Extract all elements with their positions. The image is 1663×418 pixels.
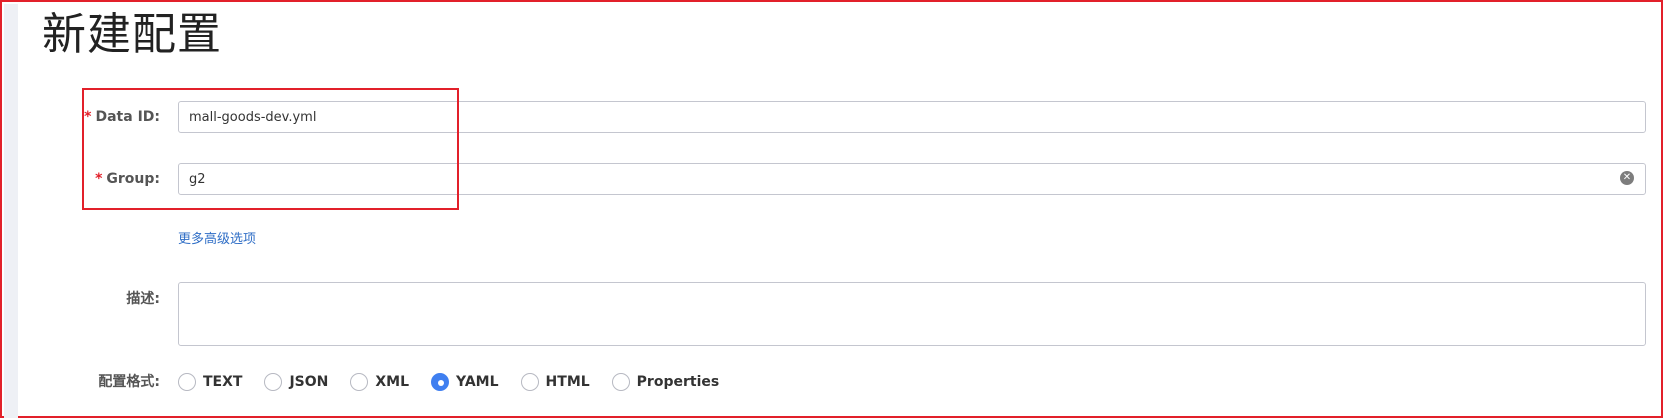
radio-circle[interactable]: [611, 373, 630, 391]
data-id-row: * Data ID:: [2, 101, 1663, 137]
group-field: ✕: [178, 163, 1646, 195]
page-frame: 新建配置 *Data ID: *Group: ✕ 更多高级选项 描述: 配置格式…: [0, 0, 1663, 418]
radio-label: JSON: [289, 374, 329, 390]
radio-label: TEXT: [203, 374, 243, 390]
group-label-text: Group:: [106, 171, 160, 187]
data-id-label: * Data ID:: [84, 101, 160, 133]
data-id-input[interactable]: [178, 101, 1646, 133]
required-mark: *: [95, 171, 103, 187]
required-mark: *: [84, 109, 92, 125]
format-radio-group: TEXT JSON XML YAML HTML Properties: [178, 373, 741, 391]
format-label: 配置格式:: [98, 374, 160, 390]
radio-circle[interactable]: [431, 373, 450, 391]
radio-circle[interactable]: [350, 373, 369, 391]
format-radio-properties[interactable]: Properties: [611, 373, 720, 391]
format-radio-xml[interactable]: XML: [350, 373, 409, 391]
format-radio-json[interactable]: JSON: [264, 373, 328, 391]
format-radio-html[interactable]: HTML: [520, 373, 590, 391]
radio-label: XML: [375, 374, 410, 390]
description-textarea[interactable]: [178, 282, 1646, 346]
radio-circle[interactable]: [178, 373, 196, 391]
clear-icon[interactable]: ✕: [1620, 171, 1634, 185]
format-radio-yaml[interactable]: YAML: [431, 373, 499, 391]
radio-label: HTML: [545, 374, 590, 390]
radio-label: YAML: [456, 374, 499, 390]
data-id-label-text: Data ID:: [95, 109, 160, 125]
radio-circle[interactable]: [520, 373, 539, 391]
description-label: 描述:: [126, 291, 160, 307]
format-radio-text[interactable]: TEXT: [178, 373, 242, 391]
group-input[interactable]: [178, 163, 1646, 195]
left-rail: [4, 4, 18, 418]
radio-circle[interactable]: [264, 373, 283, 391]
advanced-options-link[interactable]: 更多高级选项: [178, 228, 256, 247]
radio-label: Properties: [636, 374, 720, 390]
group-label: * Group:: [95, 163, 160, 195]
page-title: 新建配置: [42, 9, 222, 60]
group-row: *Group: ✕: [2, 163, 1663, 199]
